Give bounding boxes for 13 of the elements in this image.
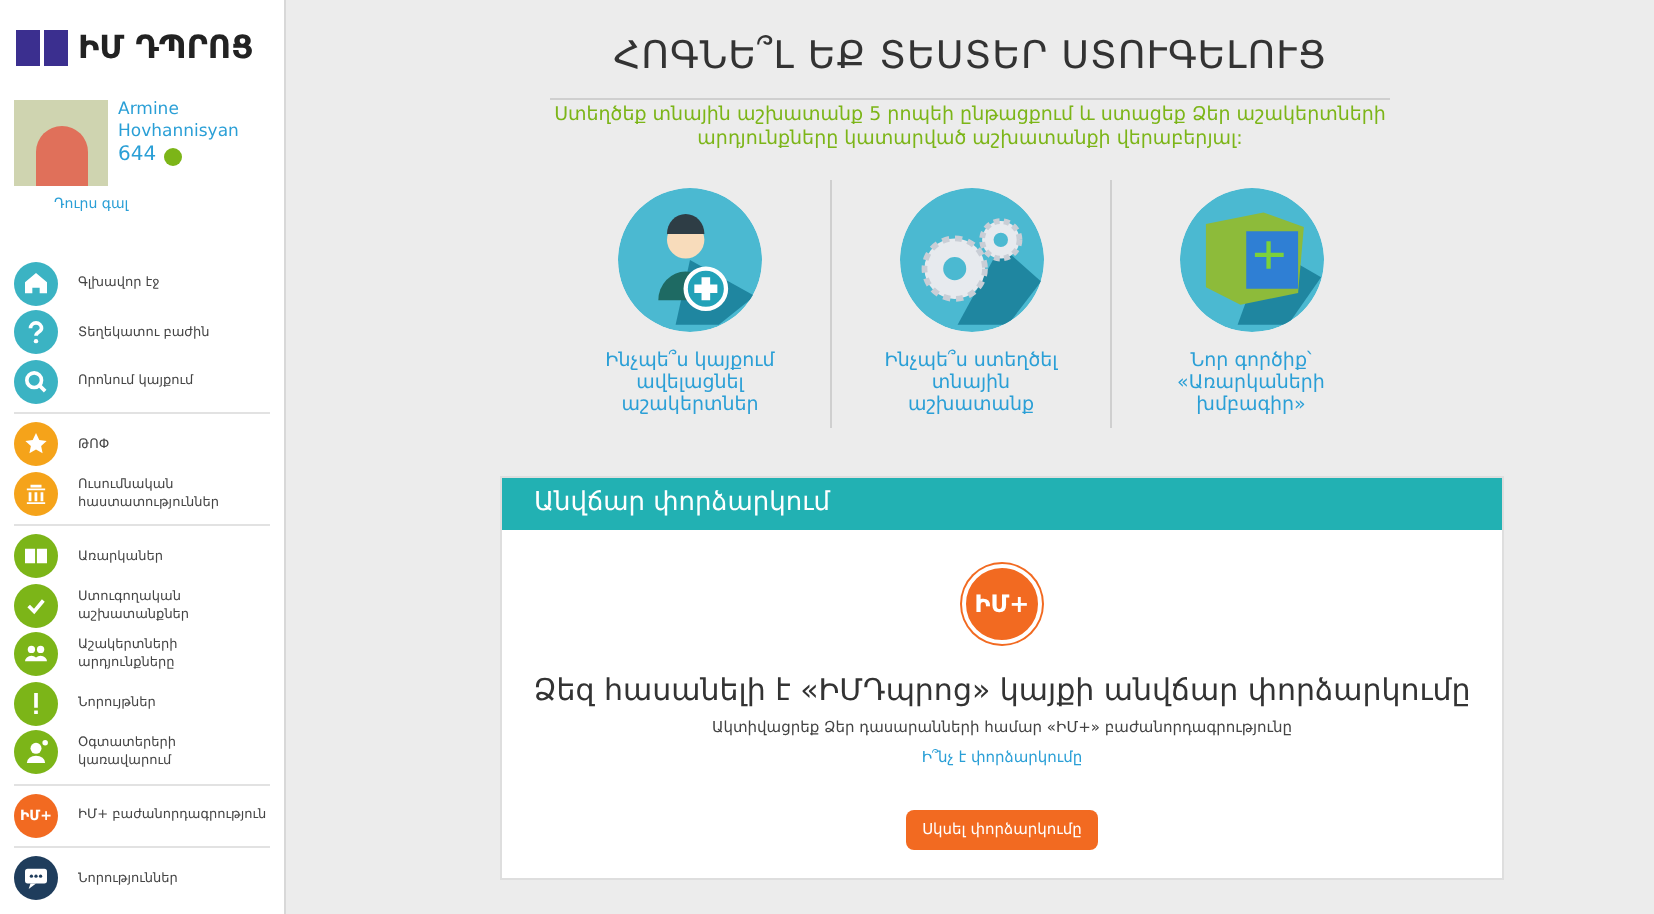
cube-icon <box>1179 187 1323 331</box>
plus-logo-badge: ԻՄ+ <box>962 563 1042 643</box>
trial-heading: Ձեզ հասանելի է «ԻՄԴպրոց» կայքի անվճար փորձարկումը <box>533 669 1471 711</box>
hero-subtitle: Ստեղծեք տնային աշխատանք 5 րոպեի ընթացքում և ստացեք Ձեր աշակերտների արդյունքները կատարված աշխատանքի վերաբերյալ: <box>552 103 1388 151</box>
trial-card-header: Անվճար փորձարկում <box>502 477 1502 529</box>
student-add-icon <box>618 187 762 331</box>
site-logo-text: ԻՄ ԴՊՐՈՑ <box>78 26 254 70</box>
gears-icon <box>899 187 1043 331</box>
points-count: 644 <box>118 144 157 168</box>
hero-title: ՀՈԳՆԵ՞Լ ԵՔ ՏԵՍՏԵՐ ՍՏՈՒԳԵԼՈՒՑ <box>613 32 1327 82</box>
book-logo-icon <box>14 28 70 68</box>
coin-icon <box>164 147 183 165</box>
avatar-placeholder <box>14 100 108 186</box>
